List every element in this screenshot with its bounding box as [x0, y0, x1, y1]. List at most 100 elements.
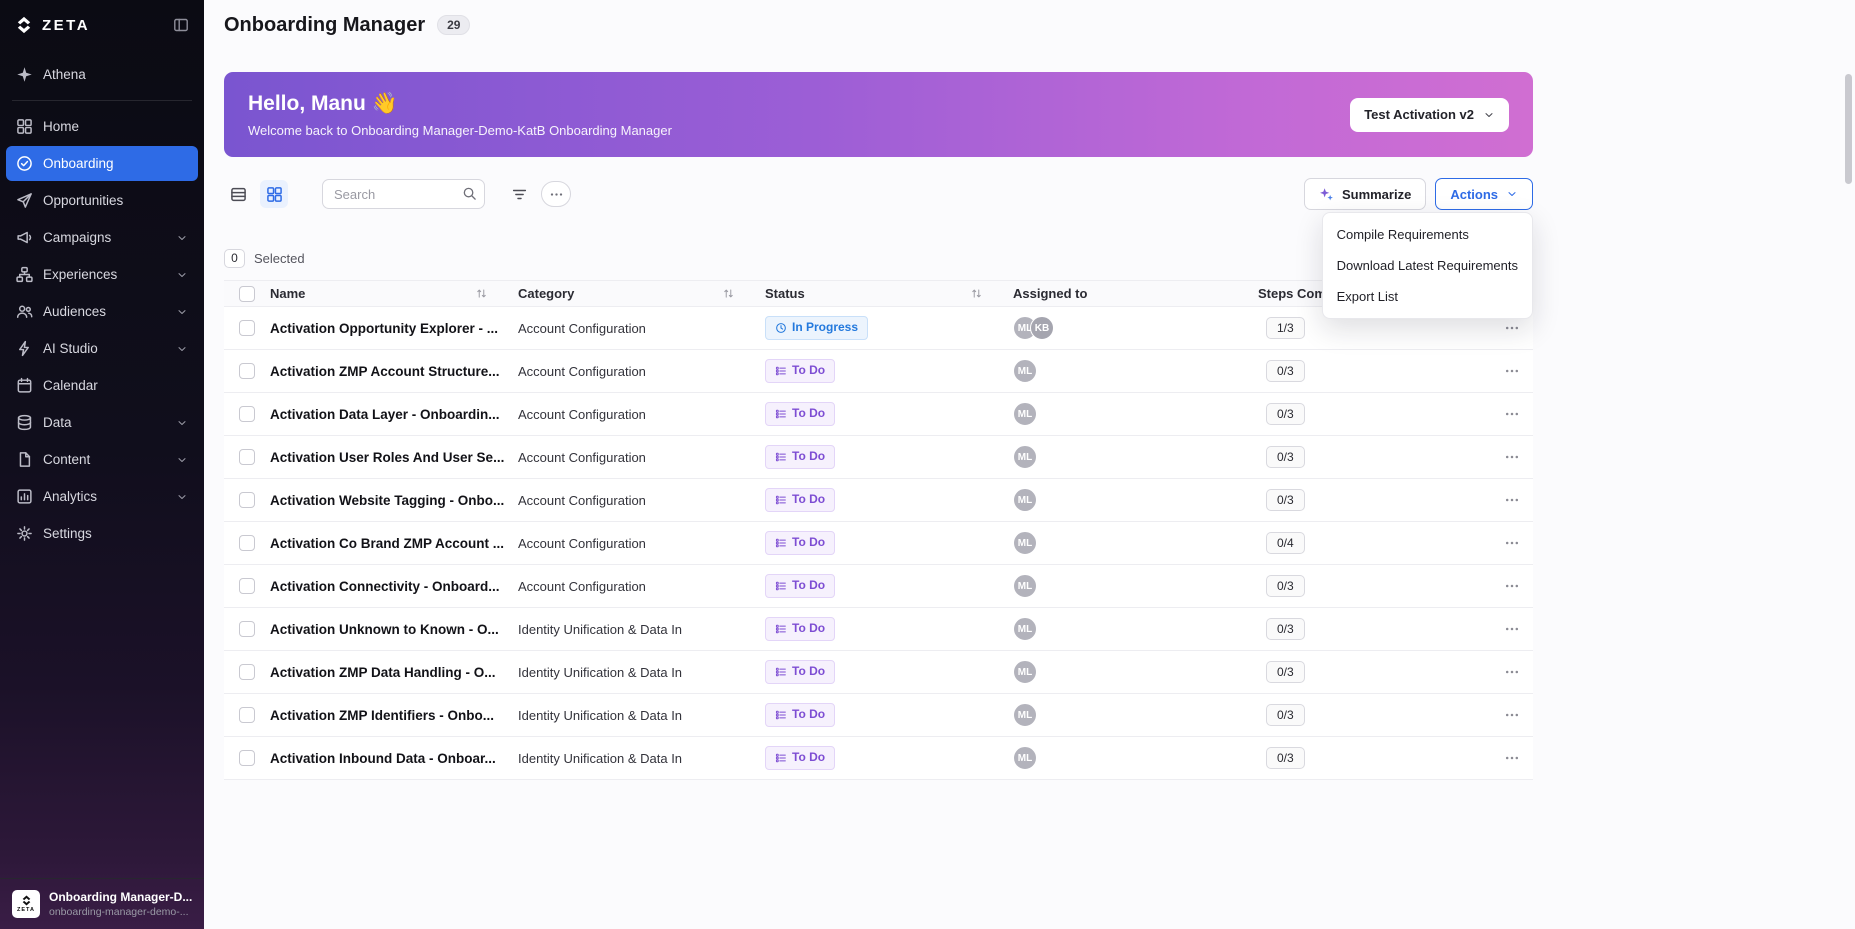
sidebar-item-campaigns[interactable]: Campaigns — [6, 220, 198, 255]
sidebar-item-audiences[interactable]: Audiences — [6, 294, 198, 329]
row-menu-button[interactable] — [1500, 531, 1524, 555]
row-checkbox[interactable] — [239, 750, 255, 766]
avatar: ML — [1013, 703, 1037, 727]
experiences-icon — [16, 266, 33, 283]
sidebar-item-settings[interactable]: Settings — [6, 516, 198, 551]
avatar: ML — [1013, 746, 1037, 770]
table-body: Activation Opportunity Explorer - ...Acc… — [224, 307, 1533, 780]
row-checkbox[interactable] — [239, 621, 255, 637]
sidebar-item-ai-studio[interactable]: AI Studio — [6, 331, 198, 366]
row-assignees: ML — [1013, 488, 1258, 512]
row-menu-button[interactable] — [1500, 445, 1524, 469]
steps-badge: 0/3 — [1266, 360, 1305, 383]
row-name: Activation Website Tagging - Onbo... — [270, 493, 518, 508]
scrollbar-thumb[interactable] — [1845, 74, 1852, 184]
row-category: Account Configuration — [518, 321, 765, 336]
activation-selector[interactable]: Test Activation v2 — [1350, 98, 1509, 132]
column-header-category[interactable]: Category — [518, 286, 765, 301]
row-checkbox[interactable] — [239, 492, 255, 508]
sort-icon[interactable] — [722, 287, 735, 300]
app-root: ZETA AthenaHomeOnboardingOpportunitiesCa… — [0, 0, 1855, 929]
actions-menu-item-compile-requirements[interactable]: Compile Requirements — [1323, 219, 1532, 250]
sidebar-item-experiences[interactable]: Experiences — [6, 257, 198, 292]
row-category: Account Configuration — [518, 364, 765, 379]
summarize-button[interactable]: Summarize — [1304, 178, 1426, 210]
sidebar-item-opportunities[interactable]: Opportunities — [6, 183, 198, 218]
column-label: Assigned to — [1013, 286, 1087, 301]
sidebar-workspace[interactable]: ZETA Onboarding Manager-D... onboarding-… — [0, 878, 204, 929]
row-category: Account Configuration — [518, 579, 765, 594]
sidebar-item-onboarding[interactable]: Onboarding — [6, 146, 198, 181]
row-checkbox[interactable] — [239, 664, 255, 680]
row-checkbox[interactable] — [239, 535, 255, 551]
row-menu-button[interactable] — [1500, 617, 1524, 641]
sidebar-item-analytics[interactable]: Analytics — [6, 479, 198, 514]
chevron-down-icon — [176, 343, 188, 355]
steps-badge: 0/3 — [1266, 403, 1305, 426]
workspace-title: Onboarding Manager-D... — [49, 890, 192, 904]
sidebar-item-label: Settings — [43, 526, 92, 541]
search-input[interactable] — [322, 179, 485, 209]
steps-badge: 0/3 — [1266, 489, 1305, 512]
sidebar-item-home[interactable]: Home — [6, 109, 198, 144]
status-icon — [775, 666, 787, 678]
row-menu-button[interactable] — [1500, 316, 1524, 340]
chevron-down-icon — [176, 232, 188, 244]
column-header-status[interactable]: Status — [765, 286, 1013, 301]
filter-button[interactable] — [505, 180, 533, 208]
row-name: Activation User Roles And User Se... — [270, 450, 518, 465]
row-checkbox[interactable] — [239, 363, 255, 379]
actions-menu-item-export-list[interactable]: Export List — [1323, 281, 1532, 312]
toolbar-more-button[interactable] — [541, 181, 571, 207]
row-checkbox[interactable] — [239, 449, 255, 465]
row-menu-button[interactable] — [1500, 746, 1524, 770]
row-checkbox[interactable] — [239, 707, 255, 723]
status-icon — [775, 752, 787, 764]
selected-label: Selected — [254, 251, 305, 266]
sort-icon[interactable] — [970, 287, 983, 300]
sort-icon[interactable] — [475, 287, 488, 300]
row-assignees: ML — [1013, 746, 1258, 770]
sidebar-item-data[interactable]: Data — [6, 405, 198, 440]
row-checkbox[interactable] — [239, 320, 255, 336]
sidebar: ZETA AthenaHomeOnboardingOpportunitiesCa… — [0, 0, 204, 929]
sidebar-collapse-icon[interactable] — [173, 17, 189, 33]
row-category: Identity Unification & Data In — [518, 622, 765, 637]
row-menu-button[interactable] — [1500, 488, 1524, 512]
actions-button[interactable]: Actions — [1435, 178, 1533, 210]
row-menu-button[interactable] — [1500, 402, 1524, 426]
sidebar-item-label: Content — [43, 452, 90, 467]
status-icon — [775, 623, 787, 635]
chevron-down-icon — [176, 491, 188, 503]
sidebar-item-calendar[interactable]: Calendar — [6, 368, 198, 403]
row-menu-button[interactable] — [1500, 574, 1524, 598]
table-view-icon[interactable] — [224, 180, 252, 208]
status-badge: To Do — [765, 574, 835, 598]
sidebar-item-content[interactable]: Content — [6, 442, 198, 477]
steps-badge: 1/3 — [1266, 317, 1305, 340]
row-menu-button[interactable] — [1500, 703, 1524, 727]
row-category: Account Configuration — [518, 493, 765, 508]
row-checkbox[interactable] — [239, 578, 255, 594]
row-assignees: ML — [1013, 660, 1258, 684]
chevron-down-icon — [176, 454, 188, 466]
column-header-name[interactable]: Name — [270, 286, 518, 301]
row-category: Account Configuration — [518, 450, 765, 465]
sidebar-item-athena[interactable]: Athena — [6, 57, 198, 92]
row-name: Activation Inbound Data - Onboar... — [270, 751, 518, 766]
column-label: Category — [518, 286, 574, 301]
activation-selector-label: Test Activation v2 — [1364, 107, 1474, 122]
card-view-icon[interactable] — [260, 180, 288, 208]
row-menu-button[interactable] — [1500, 359, 1524, 383]
row-checkbox[interactable] — [239, 406, 255, 422]
select-all-checkbox[interactable] — [239, 286, 255, 302]
campaigns-icon — [16, 229, 33, 246]
audiences-icon — [16, 303, 33, 320]
header-checkbox-cell — [224, 286, 270, 302]
sidebar-item-label: Calendar — [43, 378, 98, 393]
actions-menu-item-download-latest-requirements[interactable]: Download Latest Requirements — [1323, 250, 1532, 281]
table-row: Activation ZMP Account Structure...Accou… — [224, 350, 1533, 393]
column-header-assigned-to: Assigned to — [1013, 286, 1258, 301]
row-menu-button[interactable] — [1500, 660, 1524, 684]
hero-text: Hello, Manu 👋 Welcome back to Onboarding… — [248, 91, 672, 137]
